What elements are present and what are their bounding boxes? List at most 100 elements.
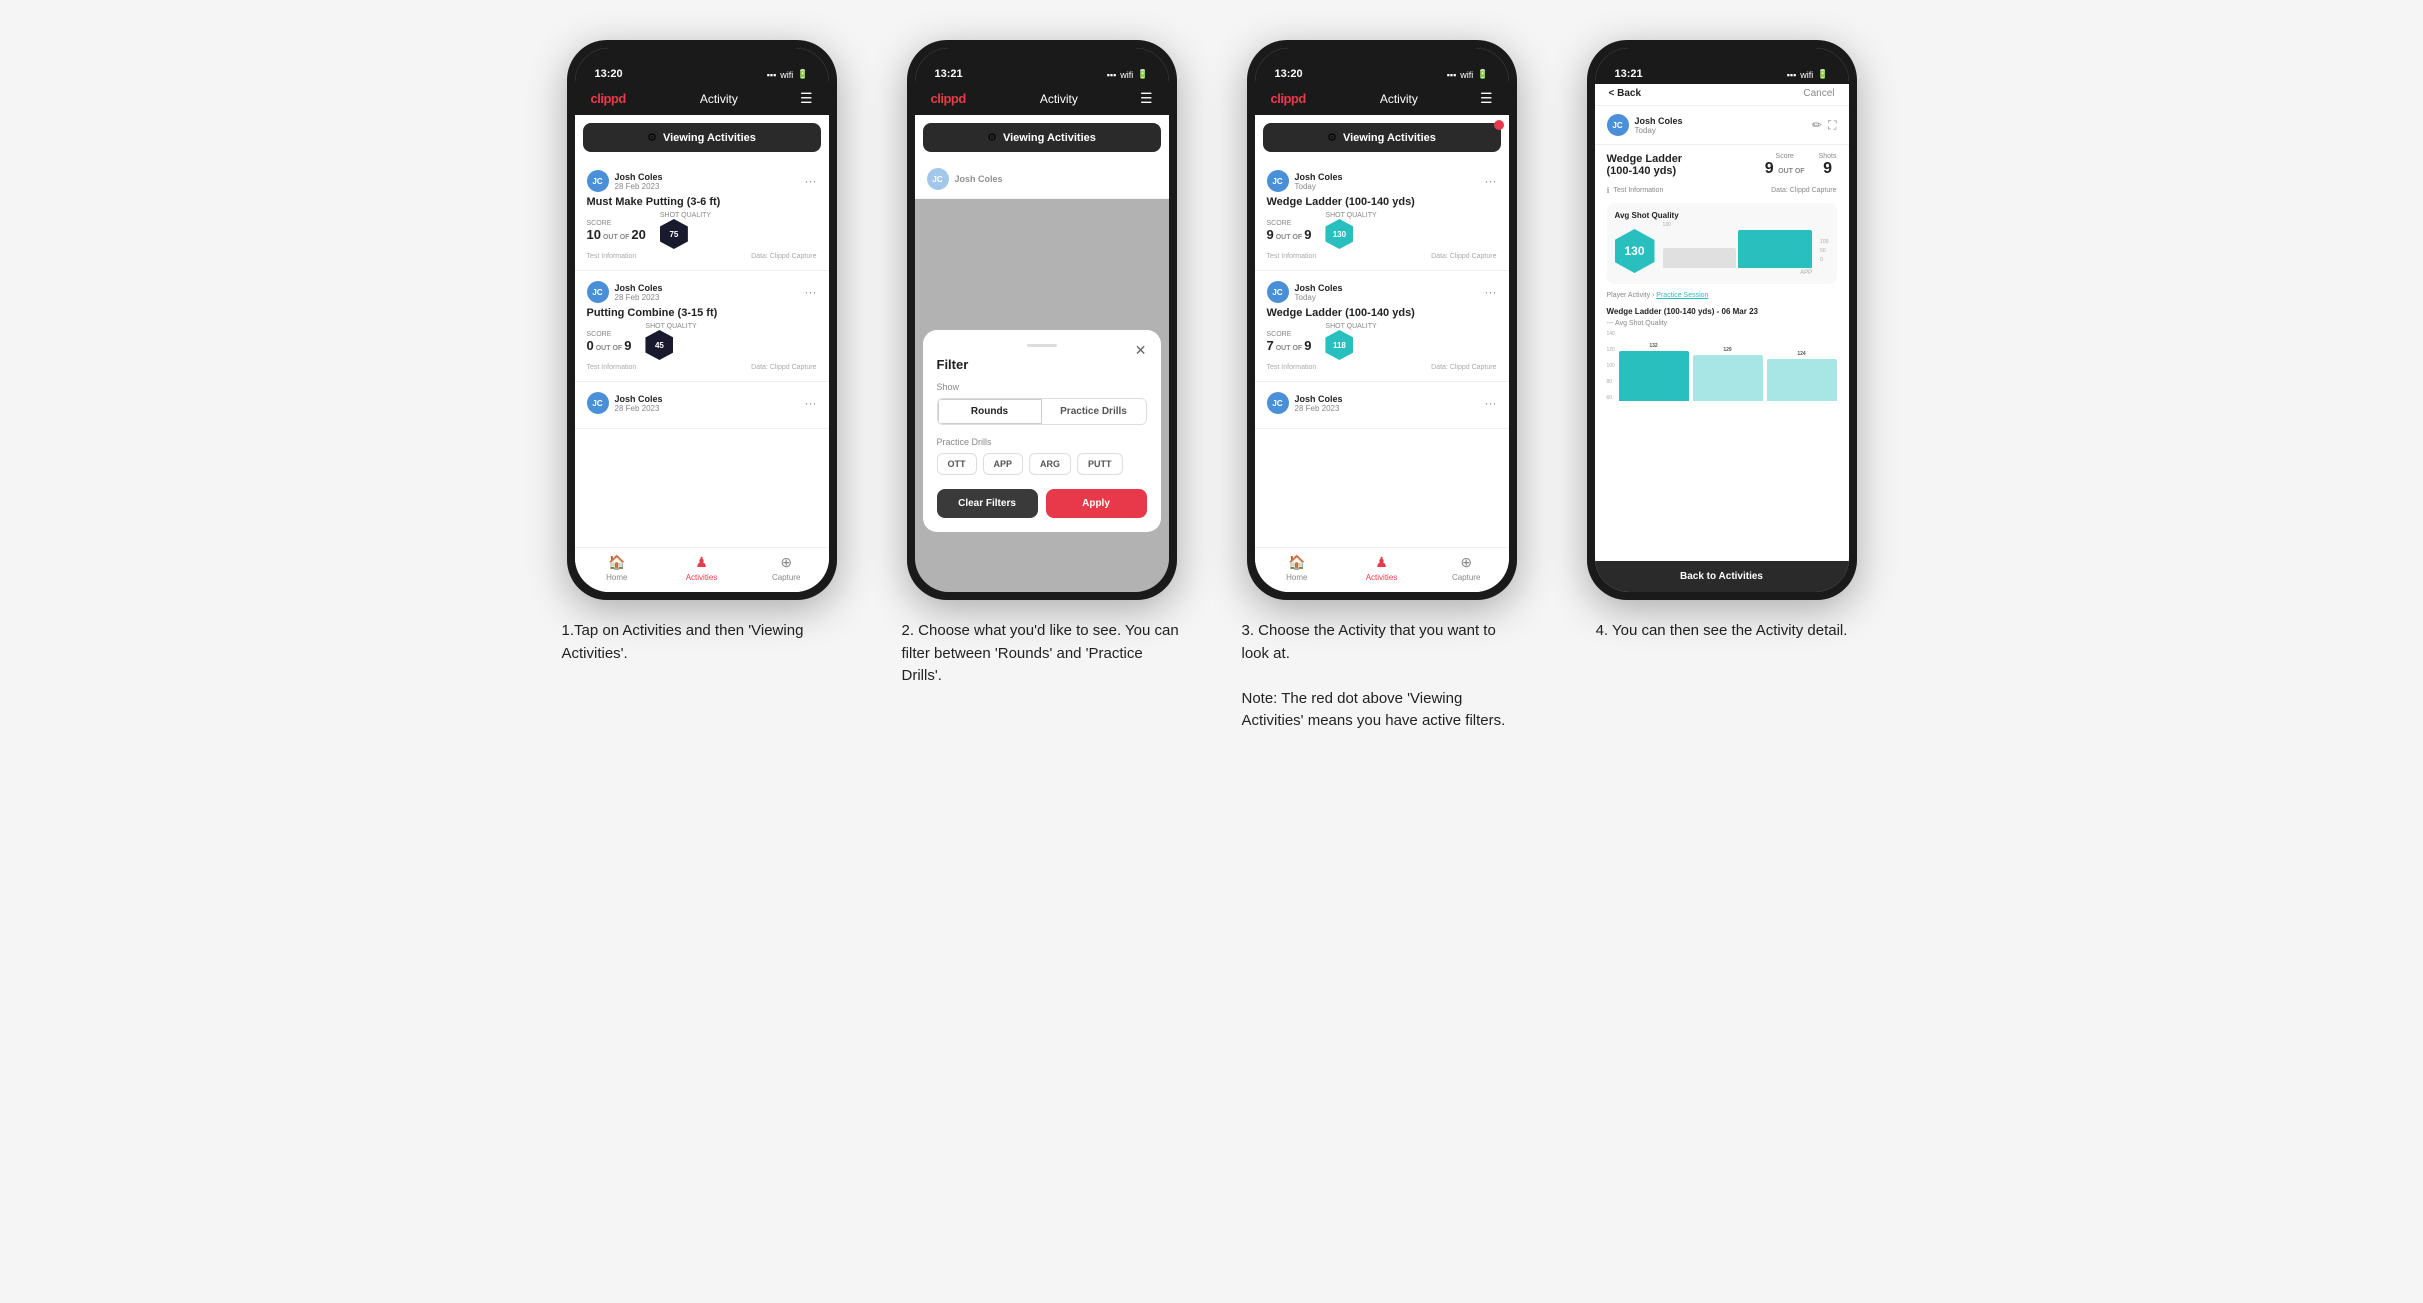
score-value-3-2: 7 — [1267, 338, 1274, 353]
user-name-1: Josh Coles — [615, 172, 663, 182]
phone-4-status-icons: ▪▪▪ wifi 🔋 — [1787, 69, 1829, 80]
activity-card-1[interactable]: JC Josh Coles 28 Feb 2023 ··· Must Make … — [575, 160, 829, 271]
phone-1-nav: clippd Activity ☰ — [575, 84, 829, 115]
battery-icon-3: 🔋 — [1477, 69, 1488, 80]
phone-3-content: JC Josh Coles Today ··· Wedge Ladder (10… — [1255, 160, 1509, 547]
score-value-3-1: 9 — [1267, 227, 1274, 242]
practice-drills-button[interactable]: Practice Drills — [1042, 399, 1146, 424]
more-icon-2[interactable]: ··· — [805, 285, 817, 299]
card-2-user: JC Josh Coles 28 Feb 2023 — [587, 281, 663, 303]
back-button[interactable]: < Back — [1609, 88, 1642, 99]
apply-button[interactable]: Apply — [1046, 489, 1147, 518]
user-name-3: Josh Coles — [615, 394, 663, 404]
chip-arg[interactable]: ARG — [1029, 453, 1071, 475]
viewing-activities-header-2[interactable]: ⚙ Viewing Activities — [923, 123, 1161, 152]
red-dot-indicator — [1494, 120, 1504, 130]
activity-card-3[interactable]: JC Josh Coles 28 Feb 2023 ··· — [575, 382, 829, 429]
more-icon-3-3[interactable]: ··· — [1485, 396, 1497, 410]
rounds-button[interactable]: Rounds — [938, 399, 1042, 424]
activity-card-3-3[interactable]: JC Josh Coles 28 Feb 2023 ··· — [1255, 382, 1509, 429]
detail-info-row: ℹ Test Information Data: Clippd Capture — [1607, 186, 1837, 195]
tab-home-1[interactable]: 🏠 Home — [575, 554, 660, 582]
menu-icon-3[interactable]: ☰ — [1480, 90, 1493, 107]
more-icon-1[interactable]: ··· — [805, 174, 817, 188]
phone-2-notch — [997, 48, 1087, 70]
score-value-1: 10 — [587, 227, 601, 242]
settings-icon-3: ⚙ — [1327, 131, 1337, 144]
edit-icon[interactable]: ✏ — [1812, 118, 1822, 133]
activity-card-2[interactable]: JC Josh Coles 28 Feb 2023 ··· Putting Co… — [575, 271, 829, 382]
sq-badge-3-1: 130 — [1325, 219, 1353, 249]
activity-card-3-1[interactable]: JC Josh Coles Today ··· Wedge Ladder (10… — [1255, 160, 1509, 271]
phone-3-time: 13:20 — [1275, 68, 1303, 80]
tab-home-3[interactable]: 🏠 Home — [1255, 554, 1340, 582]
battery-icon: 🔋 — [797, 69, 808, 80]
phone-1-wrapper: 13:20 ▪▪▪ wifi 🔋 clippd Activity ☰ — [567, 40, 837, 600]
user-name-3-3: Josh Coles — [1295, 394, 1343, 404]
shots-label-4: Shots — [1819, 153, 1837, 160]
chip-ott[interactable]: OTT — [937, 453, 977, 475]
clippd-logo: clippd — [591, 91, 626, 106]
signal-icon-2: ▪▪▪ — [1107, 70, 1117, 80]
settings-icon-2: ⚙ — [987, 131, 997, 144]
shots-value-4: 9 — [1819, 160, 1837, 178]
detail-drill-title: Wedge Ladder (100-140 yds) — [1607, 153, 1707, 177]
tab-capture-label-3: Capture — [1452, 573, 1480, 582]
back-to-activities-button[interactable]: Back to Activities — [1595, 561, 1849, 592]
battery-icon-4: 🔋 — [1817, 69, 1828, 80]
menu-icon[interactable]: ☰ — [800, 90, 813, 107]
wifi-icon: wifi — [780, 70, 793, 80]
filter-close-button[interactable]: ✕ — [1135, 342, 1147, 359]
cancel-button[interactable]: Cancel — [1803, 88, 1834, 99]
phone-1-time: 13:20 — [595, 68, 623, 80]
phone-1: 13:20 ▪▪▪ wifi 🔋 clippd Activity ☰ — [567, 40, 837, 600]
clear-filters-button[interactable]: Clear Filters — [937, 489, 1038, 518]
settings-icon: ⚙ — [647, 131, 657, 144]
test-info-1: Test Information — [587, 253, 637, 260]
phone-4-time: 13:21 — [1615, 68, 1643, 80]
viewing-activities-header-1[interactable]: ⚙ Viewing Activities — [583, 123, 821, 152]
phone-2-status-icons: ▪▪▪ wifi 🔋 — [1107, 69, 1149, 80]
show-label: Show — [937, 382, 1147, 392]
test-info-3-2: Test Information — [1267, 364, 1317, 371]
card-3-2-user: JC Josh Coles Today — [1267, 281, 1343, 303]
shots-value-3-2: 9 — [1304, 338, 1311, 353]
chip-app[interactable]: APP — [983, 453, 1024, 475]
tab-activities-label-3: Activities — [1366, 573, 1398, 582]
nav-title-3: Activity — [1318, 92, 1480, 106]
viewing-activities-label-3: Viewing Activities — [1343, 132, 1436, 144]
data-source-3-1: Data: Clippd Capture — [1431, 253, 1496, 260]
filter-toggle-row: Rounds Practice Drills — [937, 398, 1147, 425]
detail-user-name: Josh Coles — [1635, 116, 1683, 126]
tab-capture-1[interactable]: ⊕ Capture — [744, 554, 829, 582]
test-info-4: Test Information — [1614, 187, 1664, 194]
user-date-2: 28 Feb 2023 — [615, 293, 663, 302]
card-3-1-title: Wedge Ladder (100-140 yds) — [1267, 196, 1497, 208]
avatar-3-3: JC — [1267, 392, 1289, 414]
expand-icon[interactable]: ⛶ — [1828, 118, 1836, 133]
more-icon-3-1[interactable]: ··· — [1485, 174, 1497, 188]
filter-title: Filter — [937, 357, 1147, 372]
menu-icon-2[interactable]: ☰ — [1140, 90, 1153, 107]
practice-drills-label: Practice Drills — [937, 437, 1147, 447]
tab-activities-1[interactable]: ♟ Activities — [659, 554, 744, 582]
tab-capture-3[interactable]: ⊕ Capture — [1424, 554, 1509, 582]
activity-session: Player Activity › Practice Session — [1607, 292, 1837, 299]
filter-chips: OTT APP ARG PUTT — [937, 453, 1147, 475]
page-container: 13:20 ▪▪▪ wifi 🔋 clippd Activity ☰ — [547, 40, 1877, 733]
viewing-activities-label-1: Viewing Activities — [663, 132, 756, 144]
card-3-1-user: JC Josh Coles Today — [1267, 170, 1343, 192]
viewing-activities-header-3[interactable]: ⚙ Viewing Activities — [1263, 123, 1501, 152]
tab-activities-3[interactable]: ♟ Activities — [1339, 554, 1424, 582]
phone-2-nav: clippd Activity ☰ — [915, 84, 1169, 115]
more-icon-3[interactable]: ··· — [805, 396, 817, 410]
card-2-title: Putting Combine (3-15 ft) — [587, 307, 817, 319]
chip-putt[interactable]: PUTT — [1077, 453, 1123, 475]
signal-icon-4: ▪▪▪ — [1787, 70, 1797, 80]
activity-card-3-2[interactable]: JC Josh Coles Today ··· Wedge Ladder (10… — [1255, 271, 1509, 382]
wifi-icon-4: wifi — [1800, 70, 1813, 80]
data-source-1: Data: Clippd Capture — [751, 253, 816, 260]
clippd-logo-3: clippd — [1271, 91, 1306, 106]
more-icon-3-2[interactable]: ··· — [1485, 285, 1497, 299]
sq-stat-3-1: Shot Quality 130 — [1325, 212, 1376, 249]
